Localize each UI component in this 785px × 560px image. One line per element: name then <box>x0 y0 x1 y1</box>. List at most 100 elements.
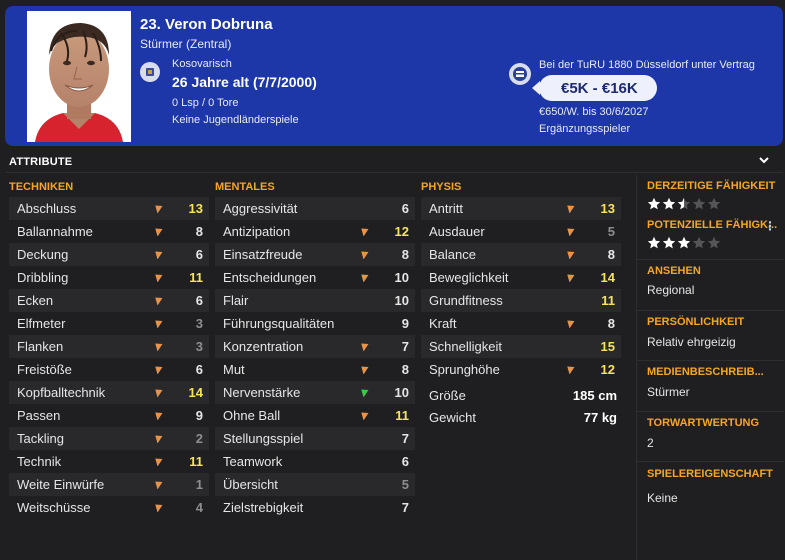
player-position: Stürmer (Zentral) <box>140 37 232 51</box>
attribute-value: 10 <box>394 270 409 285</box>
attribute-row[interactable]: Deckung 6 <box>9 243 209 266</box>
attribute-row[interactable]: Balance 8 <box>421 243 621 266</box>
attribute-value: 9 <box>401 316 409 331</box>
attribute-row[interactable]: Mut 8 <box>215 358 415 381</box>
arrow-up-icon <box>361 412 369 420</box>
attribute-row[interactable]: Ausdauer 5 <box>421 220 621 243</box>
mental-title: MENTALES <box>215 181 275 193</box>
attribute-row[interactable]: Technik 11 <box>9 450 209 473</box>
attribute-row[interactable]: Schnelligkeit 15 <box>421 335 621 358</box>
attribute-label: Abschluss <box>17 201 77 216</box>
attribute-label: Flanken <box>17 339 64 354</box>
attribute-row[interactable]: Dribbling 11 <box>9 266 209 289</box>
technical-attributes-list: Abschluss 13 Ballannahme 8 Deckung 6 Dribbling… <box>9 197 209 519</box>
star-icon <box>662 197 676 210</box>
attribute-row[interactable]: Stellungsspiel 7 <box>215 427 415 450</box>
attribute-row[interactable]: Teamwork 6 <box>215 450 415 473</box>
player-name: 23. Veron Dobruna <box>140 16 273 33</box>
mental-attributes-list: Aggressivität 6 Antizipation 12 Einsatzfreud… <box>215 197 415 519</box>
attribute-row[interactable]: Weitschüsse 4 <box>9 496 209 519</box>
attribute-row[interactable]: Elfmeter 3 <box>9 312 209 335</box>
player-header: 23. Veron Dobruna Stürmer (Zentral) Koso… <box>5 6 783 146</box>
club-badge-icon[interactable] <box>509 63 531 85</box>
attribute-row[interactable]: Ecken 6 <box>9 289 209 312</box>
attribute-row[interactable]: Einsatzfreude 8 <box>215 243 415 266</box>
attribute-row[interactable]: Abschluss 13 <box>9 197 209 220</box>
attribute-row[interactable]: Freistöße 6 <box>9 358 209 381</box>
sidebar-divider <box>637 461 784 462</box>
attribute-row[interactable]: Aggressivität 6 <box>215 197 415 220</box>
arrow-up-icon <box>567 320 575 328</box>
arrow-up-icon <box>155 251 163 259</box>
height-label: Größe <box>429 388 466 403</box>
attribute-value: 14 <box>600 270 615 285</box>
attribute-row[interactable]: Passen 9 <box>9 404 209 427</box>
attribute-row[interactable]: Ballannahme 8 <box>9 220 209 243</box>
weight-value: 77 kg <box>583 410 617 425</box>
attribute-row[interactable]: Zielstrebigkeit 7 <box>215 496 415 519</box>
player-wage: €650/W. bis 30/6/2027 <box>539 106 649 118</box>
attribute-value: 11 <box>601 293 615 308</box>
star-icon <box>647 236 661 249</box>
player-youth-caps: Keine Jugendländerspiele <box>172 114 299 126</box>
attribute-label: Grundfitness <box>429 293 503 308</box>
arrow-up-icon <box>155 274 163 282</box>
player-photo <box>27 11 131 142</box>
arrow-up-icon <box>155 366 163 374</box>
chevron-down-icon[interactable] <box>758 153 770 169</box>
attribute-row[interactable]: Flair 10 <box>215 289 415 312</box>
attribute-value: 9 <box>195 408 203 423</box>
arrow-up-icon <box>155 228 163 236</box>
potential-ability-stars <box>647 236 721 249</box>
attribute-row[interactable]: Übersicht 5 <box>215 473 415 496</box>
attribute-value: 1 <box>195 477 203 492</box>
attribute-row[interactable]: Sprunghöhe 12 <box>421 358 621 381</box>
attribute-row[interactable]: Kopfballtechnik 14 <box>9 381 209 404</box>
attribute-label: Führungsqualitäten <box>223 316 335 331</box>
reputation-value: Regional <box>647 283 695 297</box>
height-row: Größe 185 cm <box>421 388 621 408</box>
arrow-up-icon <box>155 435 163 443</box>
attribute-label: Konzentration <box>223 339 304 354</box>
reputation-title: ANSEHEN <box>647 265 701 277</box>
empty-star-icon <box>692 197 706 210</box>
goalkeeper-rating-value: 2 <box>647 436 654 450</box>
attribute-row[interactable]: Flanken 3 <box>9 335 209 358</box>
arrow-up-icon <box>567 274 575 282</box>
attribute-row[interactable]: Führungsqualitäten 9 <box>215 312 415 335</box>
arrow-up-icon <box>155 481 163 489</box>
sidebar-divider <box>637 259 784 260</box>
attribute-label: Deckung <box>17 247 69 262</box>
attribute-value: 5 <box>607 224 615 239</box>
attribute-label: Flair <box>223 293 249 308</box>
attribute-row[interactable]: Antizipation 12 <box>215 220 415 243</box>
attribute-value: 2 <box>195 431 203 446</box>
attribute-row[interactable]: Tackling 2 <box>9 427 209 450</box>
attribute-value: 6 <box>195 362 203 377</box>
arrow-up-icon <box>155 205 163 213</box>
attribute-row[interactable]: Grundfitness 11 <box>421 289 621 312</box>
attribute-row[interactable]: Antritt 13 <box>421 197 621 220</box>
height-value: 185 cm <box>572 388 617 403</box>
attribute-label: Nervenstärke <box>223 385 301 400</box>
attribute-label: Beweglichkeit <box>429 270 509 285</box>
attribute-row[interactable]: Nervenstärke 10 <box>215 381 415 404</box>
player-age: 26 Jahre alt (7/7/2000) <box>172 74 317 90</box>
attribute-row[interactable]: Beweglichkeit 14 <box>421 266 621 289</box>
arrow-up-icon <box>361 343 369 351</box>
attribute-value: 6 <box>401 201 409 216</box>
attribute-value: 11 <box>189 454 203 469</box>
weight-row: Gewicht 77 kg <box>421 410 621 430</box>
attribute-row[interactable]: Ohne Ball 11 <box>215 404 415 427</box>
attribute-label: Einsatzfreude <box>223 247 303 262</box>
attribute-label: Kopfballtechnik <box>17 385 106 400</box>
attribute-label: Aggressivität <box>223 201 298 216</box>
arrow-up-icon <box>155 343 163 351</box>
attribute-row[interactable]: Weite Einwürfe 1 <box>9 473 209 496</box>
attribute-row[interactable]: Kraft 8 <box>421 312 621 335</box>
attribute-row[interactable]: Konzentration 7 <box>215 335 415 358</box>
attribute-label: Weite Einwürfe <box>17 477 105 492</box>
attribute-row[interactable]: Entscheidungen 10 <box>215 266 415 289</box>
star-icon <box>647 197 661 210</box>
more-options-icon[interactable]: ⋮ <box>764 219 776 233</box>
